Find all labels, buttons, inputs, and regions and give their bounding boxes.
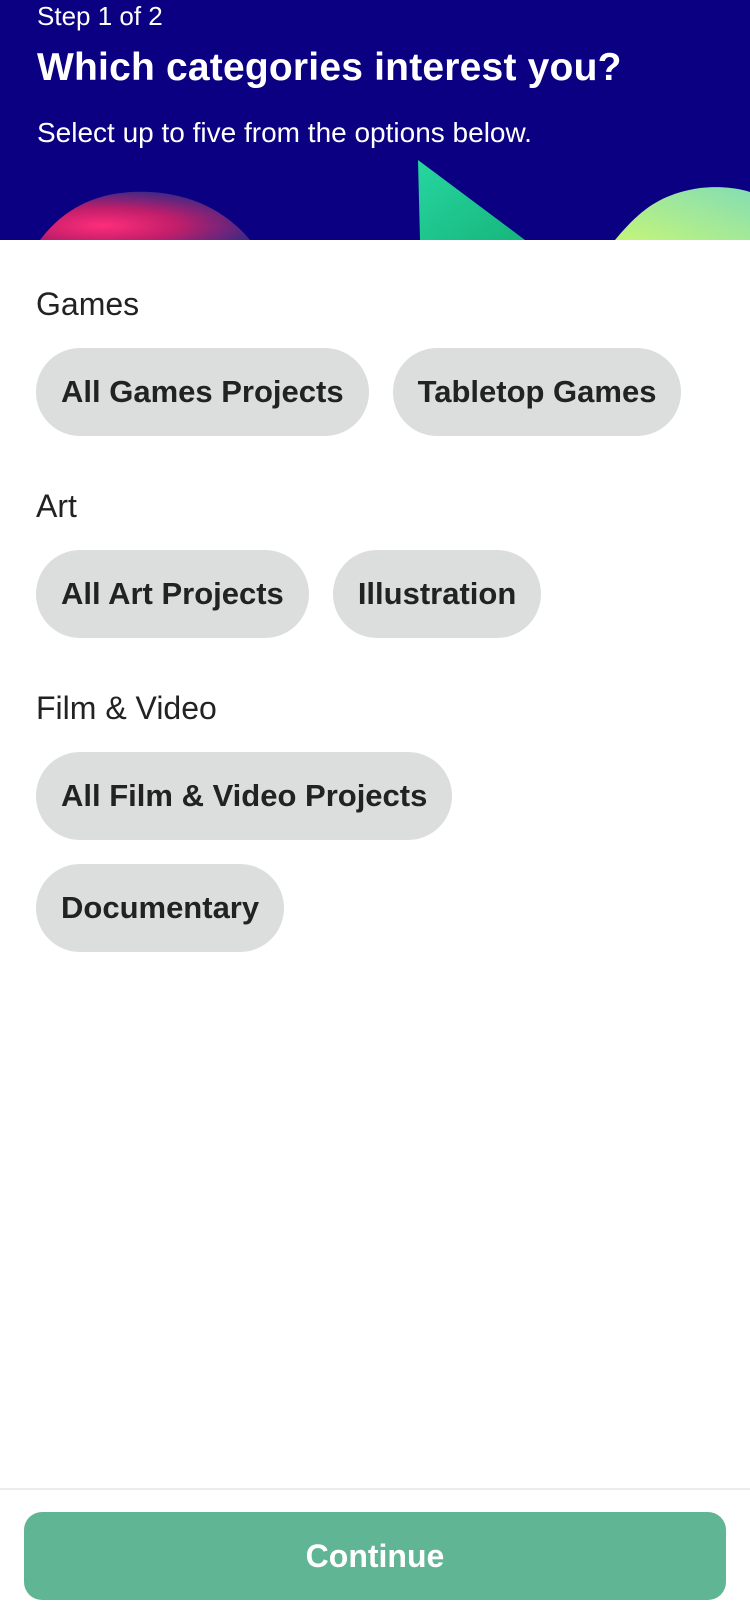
page-title: Which categories interest you? xyxy=(37,46,622,89)
section-title-film-video: Film & Video xyxy=(36,690,217,726)
step-indicator: Step 1 of 2 xyxy=(37,1,163,31)
section-title-art: Art xyxy=(36,488,77,524)
chips-art: All Art Projects Illustration xyxy=(36,550,716,638)
chips-film-video: All Film & Video Projects Documentary xyxy=(36,752,716,952)
chips-games: All Games Projects Tabletop Games xyxy=(36,348,716,436)
chip-tabletop-games[interactable]: Tabletop Games xyxy=(392,348,682,436)
footer-divider xyxy=(0,1488,750,1490)
page-subtitle: Select up to five from the options below… xyxy=(37,117,532,148)
continue-button[interactable]: Continue xyxy=(24,1512,726,1600)
section-title-games: Games xyxy=(36,286,140,322)
category-list: Games All Games Projects Tabletop Games … xyxy=(36,240,716,952)
chip-illustration[interactable]: Illustration xyxy=(332,550,542,638)
chip-all-games-projects[interactable]: All Games Projects xyxy=(36,348,369,436)
chip-all-film-video-projects[interactable]: All Film & Video Projects xyxy=(36,752,453,840)
header-banner: Step 1 of 2 Which categories interest yo… xyxy=(0,0,750,240)
chip-documentary[interactable]: Documentary xyxy=(36,864,285,952)
chip-all-art-projects[interactable]: All Art Projects xyxy=(36,550,309,638)
